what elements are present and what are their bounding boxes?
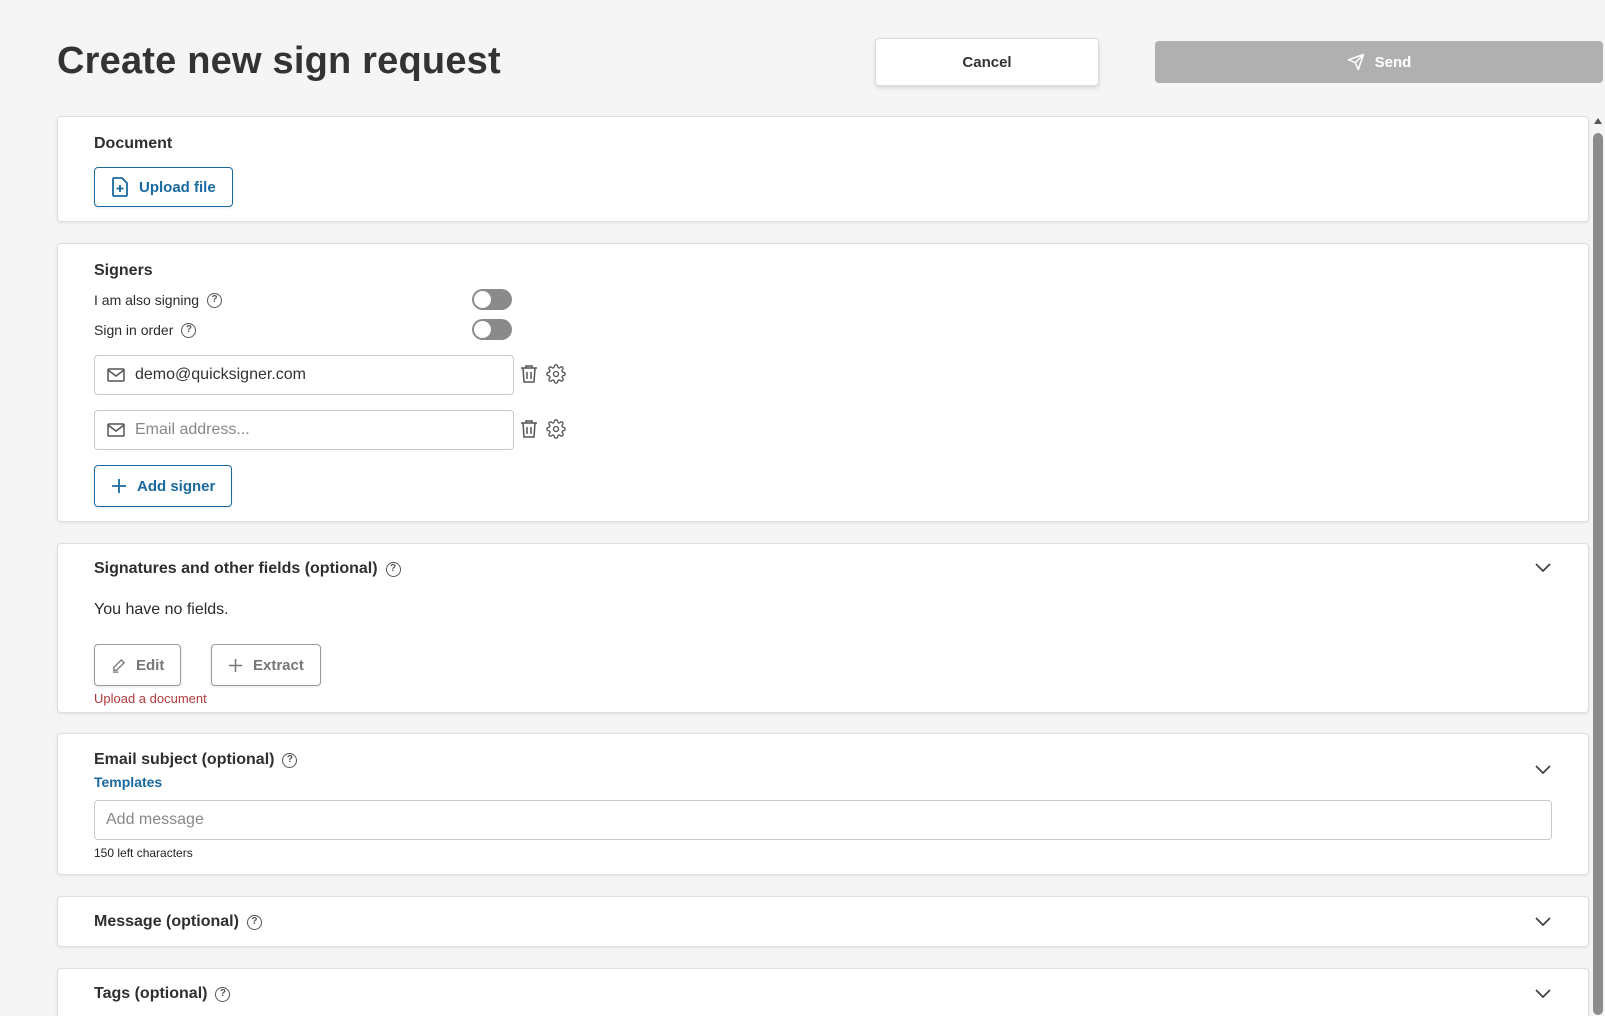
help-icon[interactable]: ? <box>246 914 262 930</box>
scroll-up-arrow[interactable] <box>1594 118 1602 124</box>
message-title-text: Message (optional) <box>94 913 239 930</box>
plus-icon <box>228 658 243 672</box>
upload-file-label: Upload file <box>139 178 216 196</box>
help-icon[interactable]: ? <box>282 752 298 768</box>
sign-in-order-label: Sign in order <box>94 322 174 338</box>
add-signer-label: Add signer <box>137 477 216 495</box>
also-signing-toggle[interactable] <box>472 289 512 310</box>
paper-plane-icon <box>1347 53 1364 71</box>
edit-button[interactable]: Edit <box>94 644 182 686</box>
email-subject-placeholder: Add message <box>106 811 204 828</box>
scrollbar[interactable] <box>1592 118 1604 1016</box>
tags-title: Tags (optional) ? <box>94 985 231 1003</box>
help-icon[interactable]: ? <box>215 986 231 1002</box>
signers-title: Signers <box>94 262 153 280</box>
tags-card[interactable]: Tags (optional) ? <box>57 968 1589 1016</box>
signer-row-actions <box>520 419 566 439</box>
signer-row-actions <box>520 364 566 384</box>
send-label: Send <box>1374 53 1412 71</box>
scroll-thumb[interactable] <box>1593 133 1603 1015</box>
mail-icon <box>107 368 125 382</box>
document-card: Document Upload file <box>57 116 1589 222</box>
signer-email-placeholder: Email address... <box>135 421 250 438</box>
send-button[interactable]: Send <box>1155 41 1603 83</box>
upload-file-button[interactable]: Upload file <box>94 167 233 207</box>
signers-card: Signers I am also signing? Sign in order… <box>57 243 1589 522</box>
document-title-text: Document <box>94 135 173 152</box>
signer-email-field[interactable]: Email address... <box>94 410 514 450</box>
chevron-down-icon[interactable] <box>1534 916 1552 928</box>
message-card[interactable]: Message (optional) ? <box>57 896 1589 947</box>
fields-title-text: Signatures and other fields (optional) <box>94 560 378 577</box>
sign-in-order-row: Sign in order? <box>94 318 514 342</box>
extract-label: Extract <box>253 656 304 674</box>
document-title: Document <box>94 135 172 153</box>
mail-icon <box>107 423 125 437</box>
gear-icon[interactable] <box>546 419 566 439</box>
pencil-icon <box>112 658 126 673</box>
trash-icon[interactable] <box>520 419 538 439</box>
chevron-down-icon[interactable] <box>1534 988 1552 1000</box>
gear-icon[interactable] <box>546 364 566 384</box>
add-signer-button[interactable]: Add signer <box>94 465 233 507</box>
chevron-down-icon[interactable] <box>1534 764 1552 776</box>
help-icon[interactable]: ? <box>181 322 197 338</box>
email-subject-title-text: Email subject (optional) <box>94 751 275 768</box>
upload-document-error: Upload a document <box>94 691 207 706</box>
email-subject-input[interactable]: Add message <box>94 800 1552 840</box>
fields-title: Signatures and other fields (optional) ? <box>94 560 401 578</box>
page-title: Create new sign request <box>57 40 501 82</box>
signer-email-value: demo@quicksigner.com <box>135 366 306 383</box>
sign-in-order-toggle[interactable] <box>472 319 512 340</box>
cancel-button[interactable]: Cancel <box>875 38 1099 86</box>
signer-email-field[interactable]: demo@quicksigner.com <box>94 355 514 395</box>
message-title: Message (optional) ? <box>94 913 262 931</box>
edit-label: Edit <box>136 656 165 674</box>
tags-title-text: Tags (optional) <box>94 985 208 1002</box>
extract-button[interactable]: Extract <box>211 644 321 686</box>
trash-icon[interactable] <box>520 364 538 384</box>
fields-card: Signatures and other fields (optional) ?… <box>57 543 1589 713</box>
plus-icon <box>112 479 126 493</box>
also-signing-label: I am also signing <box>94 292 200 308</box>
help-icon[interactable]: ? <box>207 292 223 308</box>
email-subject-title: Email subject (optional) ? <box>94 751 298 769</box>
signers-title-text: Signers <box>94 262 153 279</box>
chevron-down-icon[interactable] <box>1534 562 1552 574</box>
email-subject-card: Email subject (optional) ? Templates Add… <box>57 733 1589 875</box>
also-signing-row: I am also signing? <box>94 288 514 312</box>
file-plus-icon <box>112 177 128 197</box>
help-icon[interactable]: ? <box>385 561 401 577</box>
chars-left-counter: 150 left characters <box>94 846 193 860</box>
no-fields-text: You have no fields. <box>94 601 229 618</box>
templates-link[interactable]: Templates <box>94 774 162 790</box>
